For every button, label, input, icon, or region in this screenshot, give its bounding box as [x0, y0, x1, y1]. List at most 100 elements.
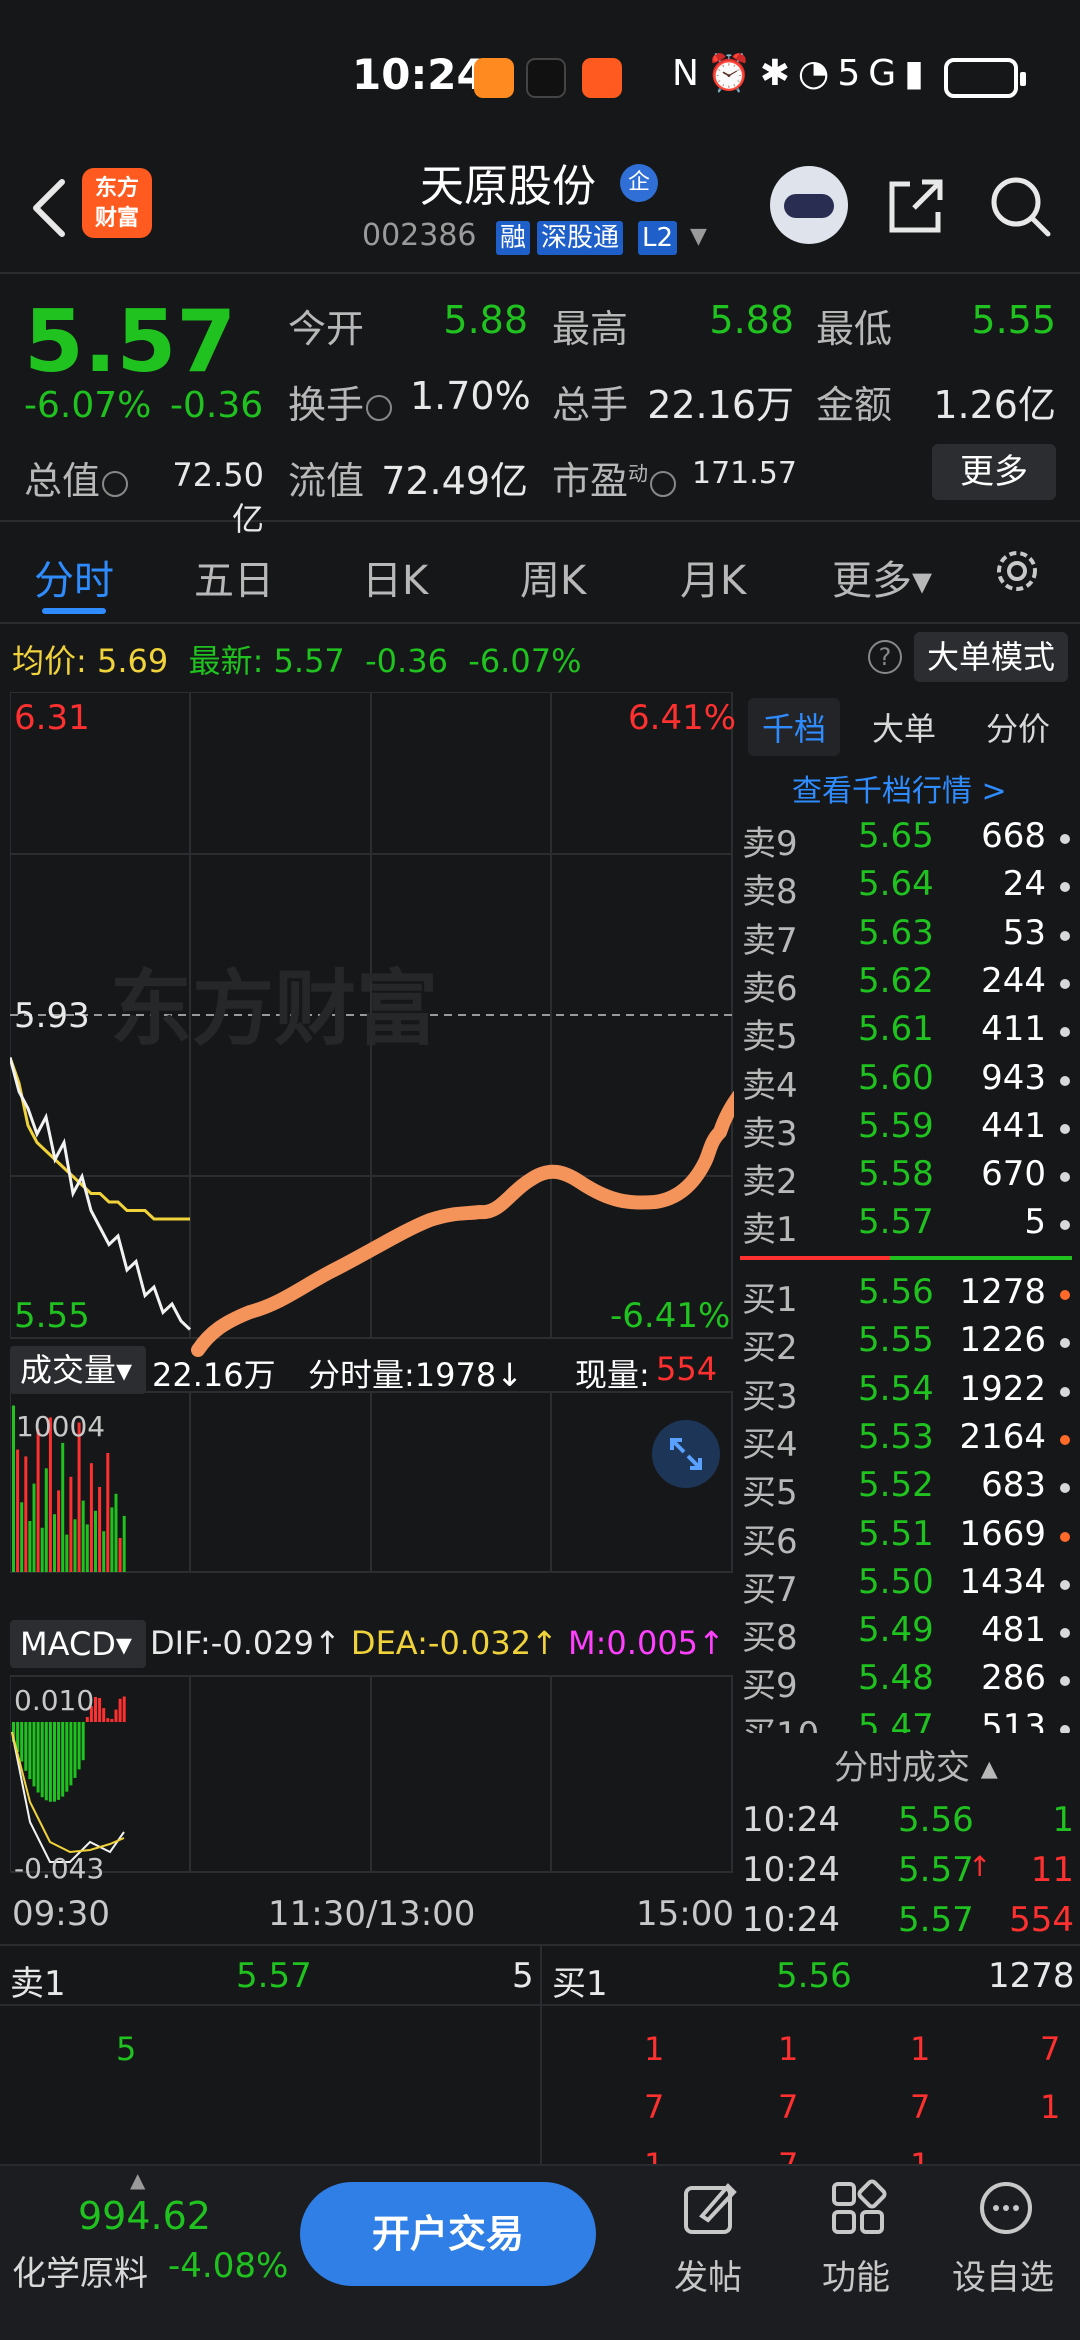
ask-dot [1060, 978, 1070, 989]
assistant-robot-icon[interactable] [770, 166, 848, 244]
macd-top: 0.010 [14, 1684, 95, 1717]
apps-icon[interactable] [828, 2178, 888, 2238]
bid-row[interactable]: 买6 5.51 1669 [740, 1514, 1080, 1562]
bid-level: 买2 [742, 1328, 798, 1369]
back-arrow-icon[interactable] [22, 168, 82, 248]
message-notification-icon [582, 58, 622, 98]
big-order-mode-button[interactable]: 大单模式 [914, 632, 1068, 682]
strip-bid-qty: 1278 [988, 1956, 1075, 1996]
stock-name: 天原股份 [420, 161, 596, 212]
bid-row[interactable]: 买9 5.48 286 [740, 1658, 1080, 1706]
ask-row[interactable]: 卖4 5.60 943 [740, 1058, 1080, 1106]
tick-list-title[interactable]: 分时成交 ▴ [834, 1740, 998, 1789]
bid-price: 5.48 [858, 1658, 934, 1699]
bid-row[interactable]: 买5 5.52 683 [740, 1465, 1080, 1513]
volume-bar [28, 1521, 32, 1572]
avg-price-value: 5.69 [96, 642, 169, 680]
gear-icon[interactable] [990, 544, 1044, 598]
ask-row[interactable]: 卖8 5.64 24 [740, 864, 1080, 912]
market-cap-label[interactable]: 总值 [24, 450, 129, 505]
ask-row[interactable]: 卖6 5.62 244 [740, 961, 1080, 1009]
bid-queue-item: 7 [644, 2088, 665, 2126]
open-value: 5.88 [443, 298, 528, 342]
enterprise-badge[interactable]: 企 [620, 164, 658, 202]
volume-bar [16, 1449, 20, 1572]
strip-bid-price: 5.56 [776, 1956, 852, 1996]
change-percent: -6.07% [24, 385, 152, 426]
ask-row[interactable]: 卖7 5.63 53 [740, 913, 1080, 961]
system-status-icons: N⏰✱◔5G▮ [672, 53, 932, 94]
post-icon[interactable] [680, 2178, 740, 2238]
chevron-down-icon[interactable]: ▼ [690, 224, 707, 249]
tab-depth[interactable]: 千档 [748, 698, 841, 756]
tab-big-orders[interactable]: 大单 [872, 704, 936, 750]
bid-row[interactable]: 买10 5.47 513 [740, 1707, 1080, 1733]
low-label: 最低 [816, 307, 893, 351]
help-icon[interactable]: ? [868, 640, 902, 674]
expand-icon[interactable] [652, 1420, 720, 1488]
macd-selector[interactable]: MACD▾ [10, 1620, 146, 1668]
float-cap-label: 流值 [288, 459, 365, 503]
margin-tag[interactable]: 融 [496, 221, 531, 255]
bid-row[interactable]: 买1 5.56 1278 [740, 1272, 1080, 1320]
bid-qty: 1434 [959, 1561, 1046, 1602]
order-book-divider [740, 1256, 1072, 1260]
nav-watchlist-label[interactable]: 设自选 [952, 2250, 1054, 2299]
bid-qty: 1922 [959, 1368, 1046, 1409]
battery-icon [944, 58, 1026, 98]
ask-row[interactable]: 卖1 5.57 5 [740, 1202, 1080, 1250]
nav-function-label[interactable]: 功能 [822, 2250, 890, 2299]
ask-level: 卖9 [742, 824, 798, 864]
tab-five-day[interactable]: 五日 [194, 548, 274, 606]
ask-row[interactable]: 卖5 5.61 411 [740, 1009, 1080, 1057]
ask-row[interactable]: 卖9 5.65 668 [740, 816, 1080, 864]
volume-selector[interactable]: 成交量▾ [10, 1346, 146, 1394]
more-fields-button[interactable]: 更多 [932, 444, 1056, 500]
level2-tag[interactable]: L2 [638, 221, 678, 255]
watchlist-add-icon[interactable] [976, 2178, 1036, 2238]
volume-now-label: 现量: [575, 1356, 650, 1394]
tab-intraday[interactable]: 分时 [34, 548, 114, 606]
bid-qty: 1226 [959, 1320, 1046, 1361]
tab-weekly-k[interactable]: 周K [520, 548, 586, 606]
bid-dot [1060, 1531, 1070, 1542]
status-bar: 10:24 N⏰✱◔5G▮ [0, 0, 1080, 150]
ask-qty: 670 [981, 1154, 1046, 1195]
turnover-label[interactable]: 换手 [288, 374, 393, 429]
ask-row[interactable]: 卖3 5.59 441 [740, 1106, 1080, 1154]
share-icon[interactable] [884, 174, 948, 238]
bid-qty: 2164 [959, 1416, 1046, 1457]
macd-bar [57, 1722, 61, 1800]
y-axis-mid: 5.93 [14, 996, 90, 1036]
tab-price-dist[interactable]: 分价 [986, 704, 1050, 750]
bid-row[interactable]: 买4 5.53 2164 [740, 1417, 1080, 1465]
open-label: 今开 [288, 307, 365, 351]
nav-post-label[interactable]: 发帖 [674, 2250, 742, 2299]
pe-label[interactable]: 市盈动 [552, 450, 677, 505]
tick-qty: 11 [1030, 1850, 1074, 1890]
bid-row[interactable]: 买2 5.55 1226 [740, 1320, 1080, 1368]
tab-monthly-k[interactable]: 月K [680, 548, 746, 606]
sector-index-value[interactable]: 994.62 [78, 2194, 211, 2238]
ask-row[interactable]: 卖2 5.58 670 [740, 1154, 1080, 1202]
bid-queue-item: 7 [778, 2146, 798, 2164]
stock-connect-tag[interactable]: 深股通 [537, 221, 624, 255]
view-depth-link[interactable]: 查看千档行情 > [792, 766, 1007, 810]
search-icon[interactable] [986, 172, 1054, 240]
open-account-trade-button[interactable]: 开户交易 [300, 2182, 596, 2286]
volume-bar [118, 1538, 122, 1572]
chevron-up-icon[interactable]: ▲ [130, 2168, 145, 2192]
sector-name[interactable]: 化学原料 [12, 2246, 148, 2295]
macd-bar [20, 1722, 24, 1762]
bid-row[interactable]: 买8 5.49 481 [740, 1610, 1080, 1658]
macd-bar [77, 1722, 81, 1770]
bid-dot [1060, 1434, 1070, 1445]
bid-row[interactable]: 买3 5.54 1922 [740, 1369, 1080, 1417]
ask-price: 5.62 [858, 960, 934, 1001]
tab-daily-k[interactable]: 日K [362, 548, 428, 606]
bid-row[interactable]: 买7 5.50 1434 [740, 1562, 1080, 1610]
tab-more[interactable]: 更多▾ [832, 548, 932, 606]
ask-level: 卖5 [742, 1017, 798, 1058]
bid-queue-item: 1 [1040, 2088, 1061, 2126]
pct-axis-bottom: -6.41% [610, 1296, 731, 1336]
